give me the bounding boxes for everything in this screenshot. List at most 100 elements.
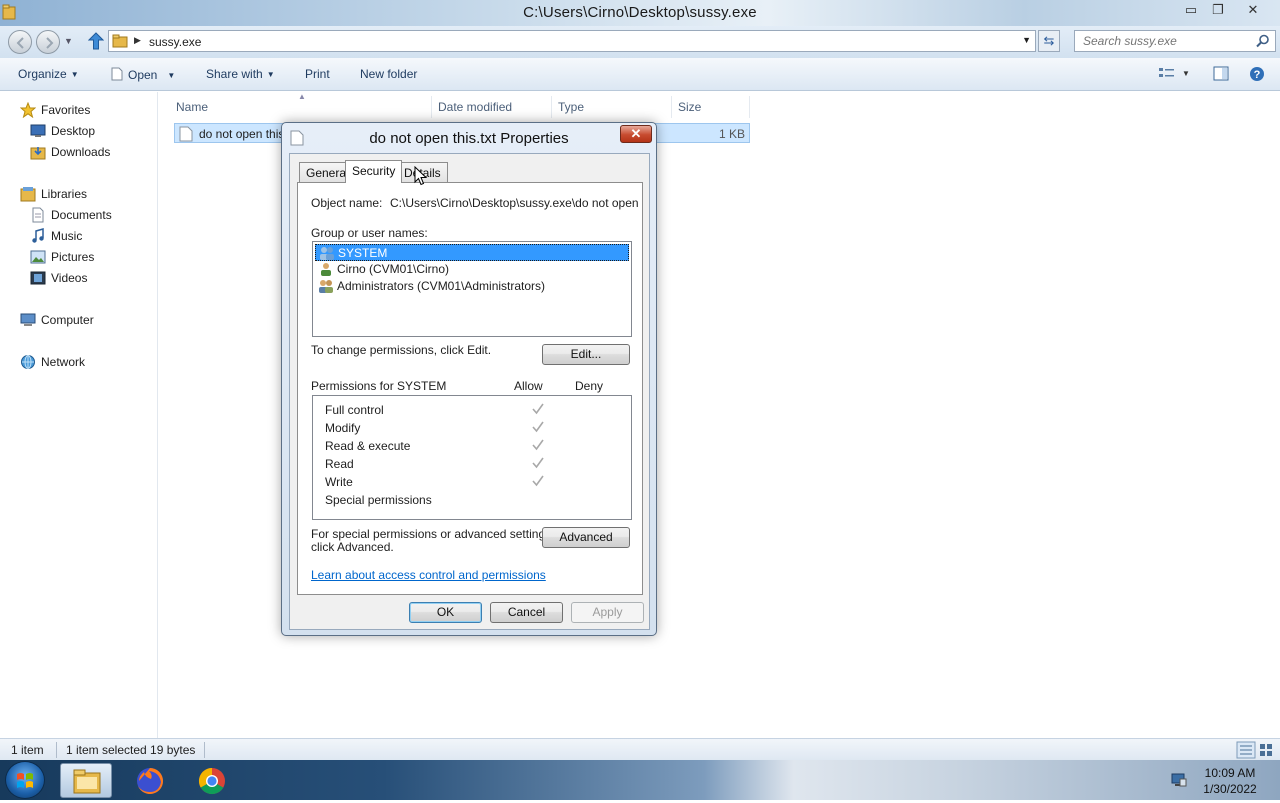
nav-favorites[interactable]: Favorites — [20, 102, 140, 120]
allow-check-icon — [532, 457, 544, 469]
nav-label: Pictures — [51, 250, 95, 264]
permission-row: Read — [325, 456, 625, 474]
user-name: Administrators (CVM01\Administrators) — [337, 279, 546, 293]
maximize-button[interactable]: ❐ — [1205, 2, 1231, 20]
window-title: C:\Users\Cirno\Desktop\sussy.exe — [523, 4, 757, 21]
nav-videos[interactable]: Videos — [30, 270, 150, 288]
nav-libraries[interactable]: Libraries — [20, 186, 140, 204]
minimize-button[interactable]: ▭ — [1178, 2, 1204, 20]
user-list-item-system[interactable]: SYSTEM — [315, 244, 629, 261]
preview-pane-icon[interactable] — [1213, 66, 1229, 82]
address-dropdown-icon[interactable]: ▼ — [1022, 35, 1031, 45]
star-icon — [20, 102, 36, 118]
nav-label: Desktop — [51, 124, 96, 138]
start-button[interactable] — [5, 761, 45, 799]
nav-pictures[interactable]: Pictures — [30, 249, 150, 267]
cancel-button[interactable]: Cancel — [490, 602, 563, 623]
tab-security[interactable]: Security — [345, 160, 403, 183]
address-bar[interactable]: ▶ sussy.exe ▼ — [108, 30, 1036, 52]
change-permissions-text: To change permissions, click Edit. — [311, 343, 492, 357]
network-tray-icon[interactable] — [1170, 771, 1188, 789]
breadcrumb-chevron-icon[interactable]: ▶ — [134, 35, 141, 46]
column-header-type[interactable]: Type — [552, 96, 672, 118]
sort-indicator-icon: ▲ — [298, 92, 306, 101]
allow-check-icon — [532, 403, 544, 415]
permission-row: Full control — [325, 402, 625, 420]
share-with-label: Share with — [206, 67, 263, 81]
taskbar-firefox[interactable] — [124, 763, 176, 798]
address-row: ▼ ▶ sussy.exe ▼ ⇆ — [0, 26, 1280, 58]
column-header-date-modified[interactable]: Date modified — [432, 96, 552, 118]
ok-button[interactable]: OK — [409, 602, 482, 623]
computer-icon — [20, 313, 36, 326]
dialog-close-button[interactable]: ✕ — [620, 125, 652, 143]
column-header-size[interactable]: Size — [672, 96, 750, 118]
network-icon — [21, 355, 35, 369]
organize-label: Organize — [18, 67, 67, 81]
music-icon — [32, 228, 44, 243]
pictures-icon — [30, 250, 46, 264]
taskbar-chrome[interactable] — [186, 763, 238, 798]
back-button[interactable] — [8, 30, 32, 54]
share-with-menu[interactable]: Share with ▼ — [206, 67, 275, 81]
group-users-icon — [320, 247, 334, 260]
permission-name: Read — [325, 457, 354, 471]
advanced-button[interactable]: Advanced — [542, 527, 630, 548]
organize-menu[interactable]: Organize ▼ — [18, 67, 79, 81]
open-menu[interactable]: Open ▼ — [110, 67, 175, 82]
allow-check-icon — [532, 439, 544, 451]
clock-time: 10:09 AM — [1204, 766, 1256, 780]
permission-name: Special permissions — [325, 493, 432, 507]
edit-button[interactable]: Edit... — [542, 344, 630, 365]
object-name-label: Object name: — [311, 196, 383, 210]
nav-music[interactable]: Music — [30, 228, 150, 246]
print-button[interactable]: Print — [305, 67, 330, 81]
view-options-dropdown[interactable]: ▼ — [1182, 69, 1190, 78]
selection-info: 1 item selected 19 bytes — [66, 743, 196, 757]
nav-documents[interactable]: Documents — [30, 207, 150, 225]
learn-access-control-link[interactable]: Learn about access control and permissio… — [311, 568, 546, 582]
navigation-pane: Favorites Desktop Downloads Libraries Do… — [0, 92, 158, 738]
search-input[interactable] — [1081, 32, 1251, 50]
nav-network[interactable]: Network — [20, 354, 140, 372]
file-name: do not open this — [199, 127, 285, 141]
search-box[interactable] — [1074, 30, 1276, 52]
apply-button[interactable]: Apply — [571, 602, 644, 623]
nav-label: Network — [41, 355, 86, 369]
status-divider — [204, 742, 205, 758]
desktop-icon — [30, 124, 46, 137]
special-permissions-text-line2: click Advanced. — [311, 540, 394, 554]
recent-pages-dropdown[interactable]: ▼ — [64, 36, 73, 46]
nav-label: Downloads — [51, 145, 111, 159]
nav-computer[interactable]: Computer — [20, 312, 140, 330]
nav-desktop[interactable]: Desktop — [30, 123, 150, 141]
taskbar-explorer[interactable] — [60, 763, 112, 798]
windows-logo-icon — [17, 773, 33, 788]
search-icon — [1256, 34, 1269, 48]
user-list-item-cirno[interactable]: Cirno (CVM01\Cirno) — [315, 261, 629, 278]
permission-row: Read & execute — [325, 438, 625, 456]
details-view-icon[interactable] — [1236, 741, 1276, 759]
window-title-bar: C:\Users\Cirno\Desktop\sussy.exe ▭ ❐ ✕ — [0, 0, 1280, 26]
permission-name: Full control — [325, 403, 384, 417]
new-folder-button[interactable]: New folder — [360, 67, 417, 81]
forward-button[interactable] — [36, 30, 60, 54]
change-view-icon[interactable] — [1158, 66, 1176, 80]
user-list[interactable]: SYSTEM Cirno (CVM01\Cirno) Administrator… — [312, 241, 632, 337]
close-button[interactable]: ✕ — [1240, 2, 1266, 20]
refresh-button[interactable]: ⇆ — [1038, 30, 1060, 52]
user-list-item-administrators[interactable]: Administrators (CVM01\Administrators) — [315, 278, 629, 295]
allow-check-icon — [532, 421, 544, 433]
object-name-value: C:\Users\Cirno\Desktop\sussy.exe\do not … — [390, 196, 640, 210]
up-folder-icon[interactable] — [88, 32, 104, 50]
system-clock[interactable]: 10:09 AM 1/30/2022 — [1196, 765, 1264, 797]
mouse-cursor-icon — [414, 166, 428, 186]
user-icon — [321, 263, 331, 276]
breadcrumb[interactable]: sussy.exe — [149, 35, 201, 49]
special-permissions-text-line1: For special permissions or advanced sett… — [311, 527, 555, 541]
permission-row: Modify — [325, 420, 625, 438]
help-icon[interactable]: ? — [1249, 66, 1265, 82]
allow-column-header: Allow — [514, 379, 543, 393]
forward-arrow-icon — [46, 37, 54, 49]
nav-downloads[interactable]: Downloads — [30, 144, 150, 162]
